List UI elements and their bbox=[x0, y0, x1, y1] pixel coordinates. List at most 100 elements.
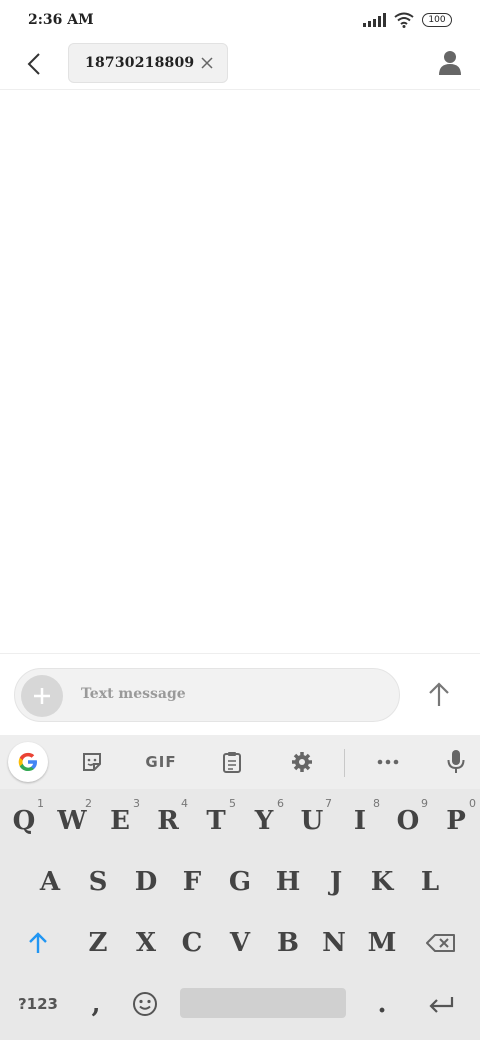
key-p[interactable]: P0 bbox=[432, 791, 480, 851]
emoji-key[interactable] bbox=[122, 974, 168, 1034]
compose-bar: Text message bbox=[0, 653, 480, 735]
key-label: G bbox=[228, 867, 252, 897]
key-r[interactable]: R4 bbox=[144, 791, 192, 851]
key-label: N bbox=[322, 928, 346, 958]
key-row-1: Q1 W2 E3 R4 T5 Y6 U7 I8 O9 P0 bbox=[0, 791, 480, 851]
contact-icon[interactable] bbox=[436, 49, 464, 77]
key-hint: 1 bbox=[37, 797, 44, 810]
google-button[interactable] bbox=[8, 742, 48, 782]
key-j[interactable]: J bbox=[312, 852, 360, 912]
signal-icon bbox=[363, 13, 386, 27]
close-icon[interactable] bbox=[199, 55, 215, 71]
key-x[interactable]: X bbox=[122, 913, 170, 973]
send-arrow-icon[interactable] bbox=[424, 680, 454, 710]
key-hint: 0 bbox=[469, 797, 476, 810]
key-label: Q bbox=[12, 806, 36, 836]
space-key[interactable] bbox=[180, 988, 346, 1018]
key-y[interactable]: Y6 bbox=[240, 791, 288, 851]
key-t[interactable]: T5 bbox=[192, 791, 240, 851]
back-arrow-icon bbox=[27, 53, 40, 75]
key-label: A bbox=[39, 867, 61, 897]
key-label: Z bbox=[88, 928, 108, 958]
key-label: F bbox=[182, 867, 202, 897]
google-icon bbox=[18, 752, 37, 771]
mic-icon bbox=[447, 750, 465, 773]
back-button[interactable] bbox=[20, 48, 48, 80]
voice-input-button[interactable] bbox=[436, 744, 476, 780]
enter-key[interactable] bbox=[414, 974, 468, 1034]
symbols-key[interactable]: ?123 bbox=[8, 974, 68, 1034]
key-o[interactable]: O9 bbox=[384, 791, 432, 851]
key-b[interactable]: B bbox=[264, 913, 312, 973]
settings-icon bbox=[292, 752, 312, 772]
key-label: Y bbox=[254, 806, 274, 836]
key-n[interactable]: N bbox=[310, 913, 358, 973]
key-hint: 2 bbox=[85, 797, 92, 810]
comma-label: , bbox=[91, 989, 101, 1019]
recipient-chip[interactable]: 18730218809 bbox=[68, 43, 228, 83]
gif-button[interactable]: GIF bbox=[136, 744, 186, 780]
key-row-3: Z X C V B N M bbox=[0, 913, 480, 973]
sticker-icon bbox=[83, 753, 101, 771]
key-q[interactable]: Q1 bbox=[0, 791, 48, 851]
key-w[interactable]: W2 bbox=[48, 791, 96, 851]
clipboard-icon bbox=[223, 752, 241, 773]
status-bar: 2:36 AM 100 bbox=[0, 0, 480, 40]
settings-button[interactable] bbox=[282, 744, 322, 780]
key-label: O bbox=[396, 806, 420, 836]
message-placeholder: Text message bbox=[81, 686, 186, 702]
shift-key[interactable] bbox=[12, 913, 64, 973]
wifi-icon bbox=[394, 12, 414, 28]
enter-icon bbox=[429, 997, 454, 1013]
key-hint: 4 bbox=[181, 797, 188, 810]
symbols-label: ?123 bbox=[17, 995, 58, 1013]
key-c[interactable]: C bbox=[168, 913, 216, 973]
backspace-key[interactable] bbox=[414, 913, 468, 973]
text-message-input[interactable]: Text message bbox=[14, 668, 400, 722]
battery-icon: 100 bbox=[422, 13, 452, 27]
key-h[interactable]: H bbox=[264, 852, 312, 912]
key-m[interactable]: M bbox=[358, 913, 406, 973]
key-a[interactable]: A bbox=[26, 852, 74, 912]
key-f[interactable]: F bbox=[168, 852, 216, 912]
shift-arrow-icon bbox=[29, 932, 47, 953]
key-label: L bbox=[420, 867, 440, 897]
key-s[interactable]: S bbox=[74, 852, 122, 912]
key-g[interactable]: G bbox=[216, 852, 264, 912]
key-z[interactable]: Z bbox=[74, 913, 122, 973]
key-label: E bbox=[110, 806, 130, 836]
clipboard-button[interactable] bbox=[212, 744, 252, 780]
key-label: K bbox=[370, 867, 394, 897]
more-button[interactable] bbox=[368, 744, 408, 780]
emoji-icon bbox=[133, 992, 157, 1016]
key-l[interactable]: L bbox=[406, 852, 454, 912]
more-icon bbox=[377, 759, 399, 765]
key-v[interactable]: V bbox=[216, 913, 264, 973]
key-label: V bbox=[229, 928, 251, 958]
recipient-number: 18730218809 bbox=[85, 55, 195, 71]
key-k[interactable]: K bbox=[358, 852, 406, 912]
period-key[interactable]: . bbox=[358, 974, 406, 1034]
backspace-icon bbox=[426, 934, 455, 952]
attach-button[interactable] bbox=[21, 675, 63, 717]
key-label: H bbox=[275, 867, 301, 897]
status-time: 2:36 AM bbox=[28, 12, 94, 28]
message-list bbox=[0, 91, 480, 653]
key-i[interactable]: I8 bbox=[336, 791, 384, 851]
key-row-4: ?123 , . bbox=[0, 974, 480, 1034]
toolbar-divider bbox=[344, 749, 345, 777]
period-label: . bbox=[377, 989, 387, 1019]
keyboard: GIF Q 1 W 2 E 3 R 4 T 5 Y 6 U 7 I 8 O 9 … bbox=[0, 735, 480, 1040]
key-e[interactable]: E3 bbox=[96, 791, 144, 851]
comma-key[interactable]: , bbox=[72, 974, 120, 1034]
key-label: B bbox=[277, 928, 299, 958]
gif-label: GIF bbox=[145, 753, 177, 771]
conversation-header: 18730218809 bbox=[0, 40, 480, 90]
key-label: U bbox=[300, 806, 324, 836]
key-label: P bbox=[446, 806, 466, 836]
key-label: T bbox=[206, 806, 226, 836]
key-d[interactable]: D bbox=[122, 852, 170, 912]
key-hint: 5 bbox=[229, 797, 236, 810]
key-u[interactable]: U7 bbox=[288, 791, 336, 851]
sticker-button[interactable] bbox=[72, 744, 112, 780]
